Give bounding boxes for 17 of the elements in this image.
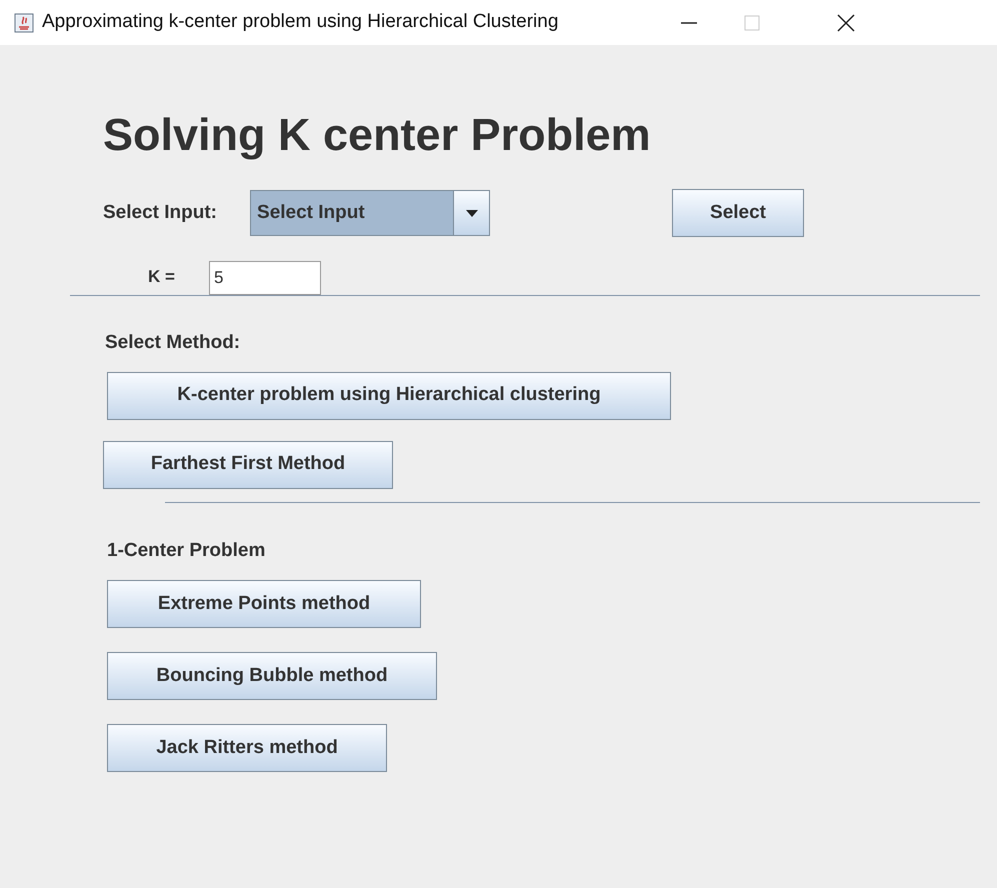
k-input-field[interactable]: 5 [208, 261, 321, 295]
k-label: K = [148, 266, 175, 288]
input-dropdown[interactable]: Select Input [250, 190, 490, 236]
input-label: Select Input: [103, 200, 218, 225]
method-button[interactable]: Farthest First Method [103, 440, 393, 488]
page-heading: Solving K center Problem [103, 109, 652, 161]
method-button[interactable]: Jack Ritters method [107, 724, 387, 772]
select-button[interactable]: Select [672, 189, 804, 237]
caret-icon [466, 210, 478, 216]
window-title: Approximating k-center problem using Hierarchical Clustering [42, 10, 558, 34]
method-button[interactable]: Bouncing Bubble method [107, 652, 437, 700]
method-label: Select Method: [105, 331, 242, 355]
close-icon[interactable] [836, 12, 856, 32]
method-button[interactable]: K-center problem using Hierarchical clustering [107, 372, 671, 420]
method-button[interactable]: Extreme Points method [107, 580, 421, 628]
one-center-label: 1-Center Problem [107, 538, 266, 562]
app-icon [14, 12, 34, 32]
